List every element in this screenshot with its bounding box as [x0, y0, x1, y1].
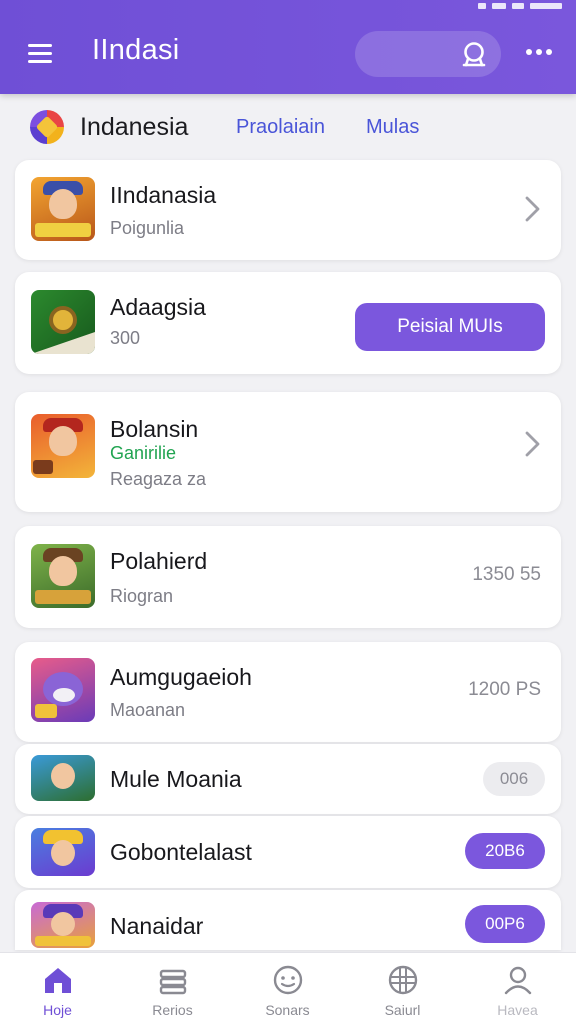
- menu-button[interactable]: [22, 36, 58, 70]
- list-item[interactable]: Aumgugaeioh Maoanan 1200 PS: [15, 642, 561, 742]
- card-price: 1350 55: [472, 564, 541, 585]
- region-flag-icon: [30, 110, 64, 144]
- bottom-navigation: Hoje Rerios Sonars Saiurl Havea: [0, 952, 576, 1024]
- list-item[interactable]: Adaagsia 300 Peisial MUIs: [15, 272, 561, 374]
- smile-icon: [273, 965, 303, 995]
- card-title: Aumgugaeioh: [110, 664, 252, 690]
- game-thumbnail: [31, 755, 95, 801]
- card-status: Ganirilie: [110, 443, 177, 463]
- more-dots-icon: [526, 49, 532, 55]
- search-button[interactable]: [355, 31, 501, 77]
- game-thumbnail: [31, 177, 95, 241]
- list-item[interactable]: IIndanasia Poigunlia: [15, 160, 561, 260]
- nav-label: Sonars: [265, 1002, 310, 1018]
- globe-icon: [388, 965, 418, 995]
- list-item[interactable]: Gobontelalast 20B6: [15, 816, 561, 888]
- card-title: Polahierd: [110, 548, 208, 574]
- game-thumbnail: [31, 658, 95, 722]
- chevron-right-icon[interactable]: [521, 429, 543, 459]
- more-options-button[interactable]: [522, 40, 556, 64]
- user-icon: [504, 966, 532, 995]
- filter-row: Indanesia Praolaiain Mulas: [0, 104, 576, 150]
- card-title: Nanaidar: [110, 913, 204, 939]
- stack-icon: [159, 969, 187, 995]
- card-subtitle: Riogran: [110, 586, 174, 606]
- card-subtitle: 300: [110, 328, 141, 348]
- card-subtitle: Maoanan: [110, 700, 186, 720]
- region-label[interactable]: Indanesia: [80, 113, 188, 142]
- card-title: Adaagsia: [110, 294, 206, 320]
- card-subtitle: Poigunlia: [110, 218, 185, 238]
- home-icon: [45, 968, 71, 993]
- card-subtitle: Reagaza za: [110, 469, 207, 489]
- list-item[interactable]: Nanaidar 00P6: [15, 890, 561, 950]
- nav-label: Saiurl: [384, 1002, 421, 1018]
- nav-profile[interactable]: Havea: [460, 953, 575, 1024]
- search-icon: [462, 42, 486, 67]
- nav-label: Rerios: [152, 1002, 193, 1018]
- card-title: IIndanasia: [110, 182, 217, 208]
- status-badge[interactable]: 00P6: [465, 905, 545, 943]
- status-bar: [478, 0, 562, 12]
- nav-sounds[interactable]: Sonars: [230, 953, 345, 1024]
- game-thumbnail: [31, 828, 95, 876]
- card-action-button[interactable]: Peisial MUIs: [355, 303, 545, 351]
- list-item[interactable]: Bolansin Ganirilie Reagaza za: [15, 392, 561, 512]
- nav-label: Hoje: [43, 1002, 72, 1018]
- nav-home[interactable]: Hoje: [0, 953, 115, 1024]
- menu-icon: [28, 44, 52, 47]
- app-bar: IIndasi: [0, 0, 576, 94]
- game-thumbnail: [31, 290, 95, 354]
- card-title: Mule Moania: [110, 766, 242, 792]
- nav-records[interactable]: Rerios: [115, 953, 230, 1024]
- nav-label: Havea: [497, 1002, 538, 1018]
- chevron-right-icon[interactable]: [521, 194, 543, 224]
- status-badge[interactable]: 006: [483, 762, 545, 796]
- filter-tab-1[interactable]: Praolaiain: [236, 116, 325, 139]
- list-item[interactable]: Polahierd Riogran 1350 55: [15, 526, 561, 628]
- game-thumbnail: [31, 414, 95, 478]
- card-title: Gobontelalast: [110, 839, 252, 865]
- list-item[interactable]: Mule Moania 006: [15, 744, 561, 814]
- filter-tab-2[interactable]: Mulas: [366, 116, 419, 139]
- game-thumbnail: [31, 544, 95, 608]
- card-title: Bolansin: [110, 416, 199, 442]
- nav-saved[interactable]: Saiurl: [345, 953, 460, 1024]
- status-badge[interactable]: 20B6: [465, 833, 545, 869]
- game-thumbnail: [31, 902, 95, 948]
- app-title: IIndasi: [92, 34, 180, 66]
- card-price: 1200 PS: [468, 679, 541, 700]
